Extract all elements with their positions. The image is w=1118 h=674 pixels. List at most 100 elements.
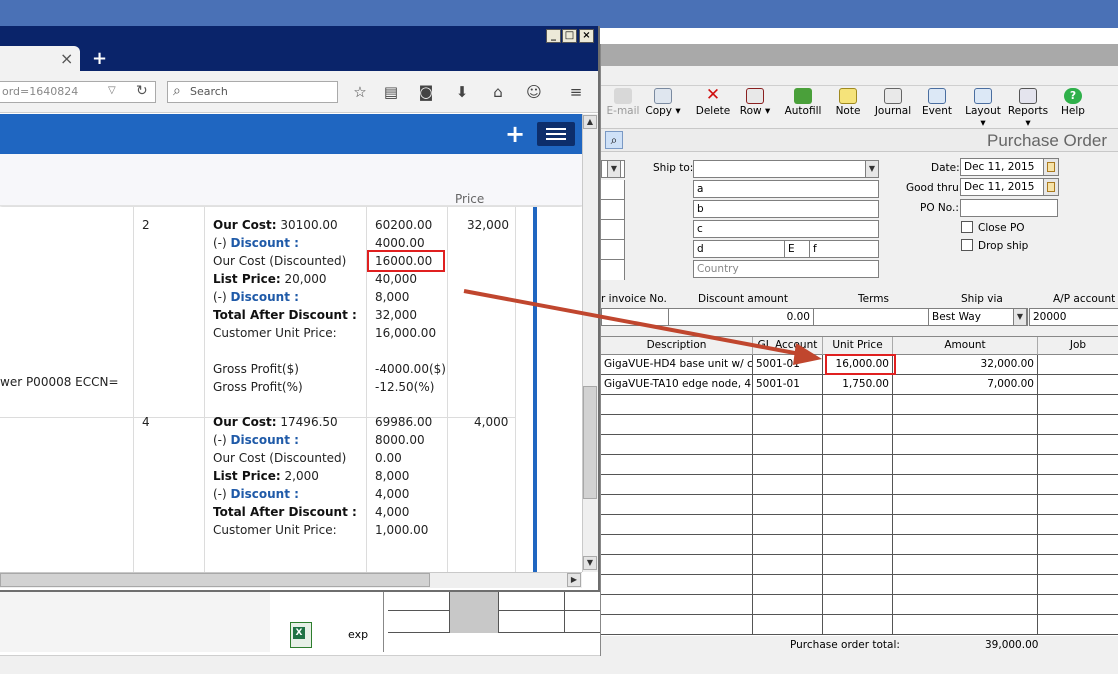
line-2-description[interactable]: GigaVUE-TA10 edge node, 4 4: [601, 375, 753, 395]
pocket-icon[interactable]: ◙: [416, 83, 436, 101]
line-1-amount[interactable]: 32,000.00: [893, 355, 1038, 375]
column-header-amount[interactable]: Amount: [893, 337, 1038, 355]
close-po-checkbox[interactable]: [961, 221, 973, 233]
empty-grid-cell[interactable]: [753, 535, 823, 555]
empty-grid-cell[interactable]: [601, 495, 753, 515]
empty-grid-cell[interactable]: [823, 595, 893, 615]
chat-icon[interactable]: ☺: [524, 83, 544, 101]
empty-grid-cell[interactable]: [753, 435, 823, 455]
empty-grid-cell[interactable]: [823, 475, 893, 495]
empty-grid-cell[interactable]: [823, 535, 893, 555]
good-thru-field[interactable]: Dec 11, 2015: [960, 178, 1044, 196]
empty-grid-cell[interactable]: [823, 455, 893, 475]
empty-grid-cell[interactable]: [893, 515, 1038, 535]
empty-grid-cell[interactable]: [1038, 475, 1118, 495]
reports-button[interactable]: Reports ▾: [1006, 88, 1050, 129]
file-label[interactable]: exp: [348, 628, 368, 641]
line-2-unit-price[interactable]: 1,750.00: [823, 375, 893, 395]
empty-grid-cell[interactable]: [1038, 535, 1118, 555]
bookmark-star-icon[interactable]: ☆: [350, 83, 370, 101]
empty-grid-cell[interactable]: [601, 435, 753, 455]
empty-grid-cell[interactable]: [1038, 515, 1118, 535]
column-header-job[interactable]: Job: [1038, 337, 1118, 355]
horizontal-scroll-thumb[interactable]: [0, 573, 430, 587]
empty-grid-cell[interactable]: [601, 535, 753, 555]
empty-grid-cell[interactable]: [601, 455, 753, 475]
hamburger-menu-button[interactable]: [537, 122, 575, 146]
tab-close-icon[interactable]: ×: [60, 49, 73, 68]
ship-to-dropdown[interactable]: ▼: [865, 160, 879, 178]
empty-grid-cell[interactable]: [601, 555, 753, 575]
calendar-icon[interactable]: [1043, 158, 1059, 176]
menu-icon[interactable]: ≡: [566, 83, 586, 101]
empty-grid-cell[interactable]: [893, 555, 1038, 575]
ship-via-dropdown[interactable]: ▼: [1013, 308, 1027, 326]
empty-grid-cell[interactable]: [1038, 555, 1118, 575]
empty-grid-cell[interactable]: [1038, 455, 1118, 475]
empty-grid-cell[interactable]: [1038, 615, 1118, 635]
discount-amount-field[interactable]: 0.00: [668, 308, 814, 326]
empty-grid-cell[interactable]: [823, 615, 893, 635]
close-button[interactable]: ×: [579, 29, 594, 43]
vertical-scroll-thumb[interactable]: [583, 386, 597, 499]
empty-grid-cell[interactable]: [601, 515, 753, 535]
minimize-button[interactable]: _: [546, 29, 561, 43]
empty-grid-cell[interactable]: [893, 415, 1038, 435]
empty-grid-cell[interactable]: [753, 575, 823, 595]
empty-grid-cell[interactable]: [1038, 595, 1118, 615]
date-field[interactable]: Dec 11, 2015: [960, 158, 1044, 176]
event-button[interactable]: Event: [915, 88, 959, 117]
empty-grid-cell[interactable]: [753, 455, 823, 475]
empty-grid-cell[interactable]: [823, 415, 893, 435]
search-input[interactable]: Search: [167, 81, 338, 103]
row-button[interactable]: Row ▾: [733, 88, 777, 117]
empty-grid-cell[interactable]: [753, 495, 823, 515]
city-field[interactable]: d: [693, 240, 785, 258]
empty-grid-cell[interactable]: [893, 435, 1038, 455]
column-header-description[interactable]: Description: [601, 337, 753, 355]
url-bar[interactable]: ord=1640824: [0, 81, 156, 103]
empty-grid-cell[interactable]: [753, 415, 823, 435]
excel-file-icon[interactable]: X: [290, 622, 312, 648]
line-2-amount[interactable]: 7,000.00: [893, 375, 1038, 395]
empty-grid-cell[interactable]: [893, 395, 1038, 415]
empty-grid-cell[interactable]: [753, 595, 823, 615]
help-button[interactable]: ? Help: [1051, 88, 1095, 117]
empty-grid-cell[interactable]: [753, 395, 823, 415]
empty-grid-cell[interactable]: [893, 615, 1038, 635]
empty-grid-cell[interactable]: [601, 575, 753, 595]
empty-grid-cell[interactable]: [893, 455, 1038, 475]
empty-grid-cell[interactable]: [823, 395, 893, 415]
empty-grid-cell[interactable]: [823, 555, 893, 575]
layout-button[interactable]: Layout ▾: [961, 88, 1005, 129]
journal-button[interactable]: Journal: [871, 88, 915, 117]
empty-grid-cell[interactable]: [893, 575, 1038, 595]
line-2-gl-account[interactable]: 5001-01: [753, 375, 823, 395]
url-dropdown-icon[interactable]: ▽: [108, 85, 116, 96]
state-field[interactable]: E: [784, 240, 810, 258]
country-field[interactable]: Country: [693, 260, 879, 278]
empty-grid-cell[interactable]: [1038, 415, 1118, 435]
scroll-right-button[interactable]: ▶: [567, 573, 581, 587]
empty-grid-cell[interactable]: [823, 515, 893, 535]
line-2-job[interactable]: [1038, 375, 1118, 395]
address-line-3[interactable]: c: [693, 220, 879, 238]
note-button[interactable]: Note: [826, 88, 870, 117]
zip-field[interactable]: f: [809, 240, 879, 258]
scroll-up-button[interactable]: ▲: [583, 115, 597, 129]
empty-grid-cell[interactable]: [1038, 395, 1118, 415]
ap-account-field[interactable]: 20000: [1029, 308, 1118, 326]
empty-grid-cell[interactable]: [893, 475, 1038, 495]
autofill-button[interactable]: Autofill: [781, 88, 825, 117]
new-tab-icon[interactable]: +: [92, 48, 107, 69]
vendor-invoice-field[interactable]: [601, 308, 669, 326]
address-line-1[interactable]: a: [693, 180, 879, 198]
empty-grid-cell[interactable]: [753, 615, 823, 635]
delete-button[interactable]: ✕ Delete: [691, 87, 735, 118]
empty-grid-cell[interactable]: [893, 595, 1038, 615]
empty-grid-cell[interactable]: [893, 535, 1038, 555]
column-header-gl-account[interactable]: GL Account: [753, 337, 823, 355]
empty-grid-cell[interactable]: [1038, 435, 1118, 455]
download-icon[interactable]: ⬇: [452, 83, 472, 101]
empty-grid-cell[interactable]: [893, 495, 1038, 515]
